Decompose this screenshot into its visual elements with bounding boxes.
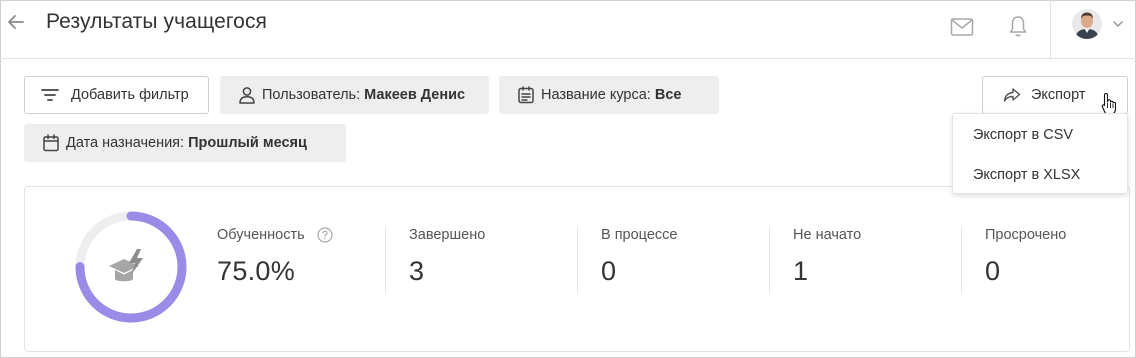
progress-donut (75, 211, 187, 323)
stat-proficiency: Обученность 75.0% (217, 227, 333, 287)
stat-overdue-label: Просрочено (985, 227, 1067, 243)
stat-divider (769, 227, 770, 293)
header-divider (1050, 0, 1051, 59)
filter-course-value: Все (654, 87, 682, 103)
stat-not-started: Не начато 1 (793, 227, 861, 287)
filter-user-value: Макеев Денис (364, 87, 466, 103)
stat-overdue-value: 0 (985, 256, 1001, 286)
stat-in-progress-value: 0 (601, 256, 617, 286)
add-filter-label: Добавить фильтр (71, 87, 189, 103)
stat-divider (961, 227, 962, 293)
filter-course-label: Название курса: (541, 87, 651, 103)
page-title: Результаты учащегося (46, 10, 268, 33)
filter-date-label: Дата назначения: (66, 135, 185, 151)
stat-in-progress: В процессе 0 (601, 227, 677, 287)
mail-icon[interactable] (950, 17, 974, 37)
arrow-left-icon[interactable] (6, 12, 26, 32)
filter-chip-course[interactable]: Название курса: Все (499, 76, 719, 114)
question-circle-icon[interactable] (317, 227, 333, 243)
stat-in-progress-label: В процессе (601, 227, 678, 243)
stat-proficiency-value: 75.0% (217, 256, 296, 286)
stat-divider (577, 227, 578, 293)
export-csv-menu-item[interactable]: Экспорт в CSV (953, 115, 1127, 155)
bell-icon[interactable] (1008, 14, 1028, 38)
clipboard-icon (518, 86, 534, 104)
add-filter-button[interactable]: Добавить фильтр (24, 76, 209, 114)
export-dropdown-menu: Экспорт в CSV Экспорт в XLSX (952, 113, 1128, 194)
stat-not-started-label: Не начато (793, 227, 862, 243)
stat-overdue: Просрочено 0 (985, 227, 1066, 287)
stat-completed-label: Завершено (409, 227, 486, 243)
export-label: Экспорт (1031, 87, 1086, 103)
stat-completed: Завершено 3 (409, 227, 485, 287)
stats-card: Обученность 75.0% Завершено 3 В процессе… (24, 186, 1130, 352)
stat-divider (385, 227, 386, 293)
filter-chip-date[interactable]: Дата назначения: Прошлый месяц (24, 124, 346, 162)
page-header: Результаты учащегося (0, 0, 1136, 59)
user-icon (239, 87, 255, 104)
stat-completed-value: 3 (409, 256, 425, 286)
filter-chip-user[interactable]: Пользователь: Макеев Денис (220, 76, 489, 114)
export-xlsx-menu-item[interactable]: Экспорт в XLSX (953, 155, 1127, 195)
filter-user-label: Пользователь: (262, 87, 361, 103)
stat-not-started-value: 1 (793, 256, 809, 286)
stat-proficiency-label: Обученность (217, 227, 305, 243)
chevron-down-icon[interactable] (1112, 20, 1124, 28)
calendar-icon (43, 134, 59, 152)
avatar[interactable] (1072, 9, 1102, 39)
filter-date-value: Прошлый месяц (188, 135, 307, 151)
filter-lines-icon (41, 89, 59, 101)
graduation-cap-bolt-icon (109, 249, 143, 282)
share-arrow-icon (1003, 88, 1021, 102)
